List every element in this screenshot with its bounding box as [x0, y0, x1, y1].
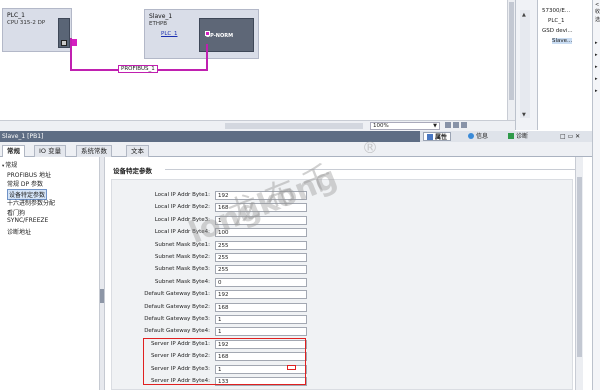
param-label: Subnet Mask Byte2: [154, 254, 210, 260]
tab-properties[interactable]: 属性 [423, 132, 452, 141]
network-tool-buttons [445, 122, 505, 130]
tool-icon[interactable] [453, 122, 459, 128]
param-label: Subnet Mask Byte3: [154, 266, 210, 273]
param-input[interactable]: 192 [215, 290, 307, 300]
nav-item[interactable]: 看门狗 [7, 208, 25, 217]
nav-item[interactable]: PROFIBUS 地址 [7, 170, 51, 179]
nav-item[interactable]: 十六进制参数分配 [7, 198, 55, 207]
watermark-mark: ® [362, 138, 378, 157]
param-input[interactable]: 255 [215, 240, 307, 250]
tool-icon[interactable] [445, 122, 451, 128]
section-divider [165, 169, 575, 170]
tab-properties-label: 属性 [435, 134, 448, 141]
highlight-marker [287, 365, 296, 370]
chevron-right-icon[interactable]: ▸ [595, 88, 598, 94]
param-input[interactable]: 255 [215, 253, 307, 262]
highlight-box [143, 338, 306, 385]
nav-item[interactable]: 常规 DP 参数 [7, 179, 43, 188]
nav-item-label: 诊断地址 [7, 228, 32, 236]
tab-diagnostics-label: 诊断 [516, 133, 529, 140]
expand-arrow-icon[interactable]: ▾ [2, 164, 4, 169]
param-input[interactable]: 1 [215, 327, 307, 337]
zoom-select[interactable]: 100% [370, 122, 440, 130]
tab-info[interactable]: 信息 [465, 132, 491, 141]
network-toolbar: 100% ▼ [0, 120, 515, 131]
chevron-right-icon[interactable]: ▸ [595, 52, 598, 58]
plc-port-icon [61, 40, 67, 46]
section-title: 设备特定参数 [113, 167, 152, 175]
param-input[interactable]: 255 [215, 265, 307, 275]
nav-item-label: PROFIBUS 地址 [7, 171, 51, 179]
content-vertical-scrollbar[interactable] [575, 157, 583, 390]
catalog-item-selected[interactable]: Slave... [552, 38, 573, 44]
network-horizontal-scrollbar[interactable] [225, 123, 363, 129]
collapse-handle-icon[interactable] [100, 289, 104, 303]
tab-info-label: 信息 [476, 133, 489, 140]
panel-controls[interactable]: □ ▭ ✕ [560, 133, 580, 140]
param-label: Default Gateway Byte3: [144, 316, 210, 322]
profibus-label: PROFIBUS_1 [118, 65, 158, 73]
param-label: Default Gateway Byte4: [144, 328, 210, 335]
param-label: Local IP Addr Byte1: [154, 192, 210, 198]
scroll-arrow-icon[interactable]: ▲ [522, 12, 526, 18]
plc-name: PLC_1 [7, 12, 25, 19]
catalog-item[interactable]: PLC_1 [548, 18, 564, 24]
tab-system-constants[interactable]: 系统常数 [76, 145, 112, 157]
chevron-right-icon[interactable]: ▸ [595, 64, 598, 70]
slave-master-link[interactable]: PLC_1 [161, 31, 177, 37]
slave-module-label: DP-NORM [206, 33, 234, 39]
overview-panel: ▲ ▼ [515, 0, 537, 130]
chevron-right-icon[interactable]: ▸ [595, 40, 598, 46]
network-view[interactable]: PLC_1 CPU 315-2 DP Slave_1 ETHPB PLC_1 D… [0, 0, 515, 120]
param-label: Local IP Addr Byte2: [154, 204, 210, 211]
plc-device[interactable]: PLC_1 CPU 315-2 DP [2, 8, 77, 52]
nav-item[interactable]: SYNC/FREEZE [7, 217, 48, 224]
nav-item-label: 常规 [5, 162, 18, 169]
chevron-right-icon[interactable]: ▸ [595, 76, 598, 82]
tool-icon[interactable] [461, 122, 467, 128]
collapse-label[interactable]: <收 [595, 2, 600, 15]
properties-icon [427, 134, 433, 140]
slave-type: ETHPB [149, 21, 168, 27]
plc-type: CPU 315-2 DP [7, 20, 46, 26]
diagnostics-icon [508, 133, 514, 139]
task-card-strip: <收 选 ▸ ▸ ▸ ▸ ▸ [592, 0, 600, 390]
nav-item[interactable]: ▾常规 [2, 160, 17, 169]
property-nav-tree: ▾常规 PROFIBUS 地址 常规 DP 参数 设备特定参数 十六进制参数分配 看门狗 S… [0, 157, 100, 390]
param-label: Default Gateway Byte2: [144, 303, 210, 310]
nav-item-label: 十六进制参数分配 [7, 200, 56, 207]
param-label: Subnet Mask Byte4: [154, 278, 210, 285]
catalog-tree: 57300/E... PLC_1 GSD devi... Slave... [537, 0, 592, 130]
tab-texts[interactable]: 文本 [126, 145, 149, 157]
tab-io-tags[interactable]: IO 变量 [34, 145, 67, 157]
param-input[interactable]: 1 [215, 315, 307, 324]
catalog-item[interactable]: 57300/E... [542, 8, 570, 14]
slave-device[interactable]: Slave_1 ETHPB PLC_1 DP-NORM [144, 9, 259, 59]
network-vertical-scrollbar[interactable] [507, 0, 515, 120]
catalog-item[interactable]: GSD devi... [542, 28, 573, 34]
chevron-down-icon[interactable]: ▼ [431, 123, 439, 129]
profibus-line[interactable] [70, 38, 72, 70]
nav-item-label: 常规 DP 参数 [7, 181, 44, 188]
nav-item[interactable]: 诊断地址 [7, 227, 31, 236]
scroll-arrow-icon[interactable]: ▼ [522, 112, 526, 118]
info-icon [468, 133, 474, 139]
tab-diagnostics[interactable]: 诊断 [505, 132, 531, 141]
nav-item-label: 看门狗 [7, 209, 26, 217]
profibus-line[interactable] [206, 44, 208, 70]
param-input[interactable]: 168 [215, 302, 307, 312]
slave-port-icon [205, 31, 210, 36]
slave-name: Slave_1 [149, 13, 173, 20]
inspector-sub-tabs: 常规 IO 变量 系统常数 文本 [0, 142, 592, 158]
param-input[interactable]: 0 [215, 277, 307, 287]
inspector-tab-bar: 属性 信息 诊断 □ ▭ ✕ [420, 131, 592, 142]
nav-item-label: SYNC/FREEZE [7, 217, 49, 224]
param-label: Default Gateway Byte1: [144, 291, 210, 298]
option-label[interactable]: 选 [595, 16, 600, 23]
